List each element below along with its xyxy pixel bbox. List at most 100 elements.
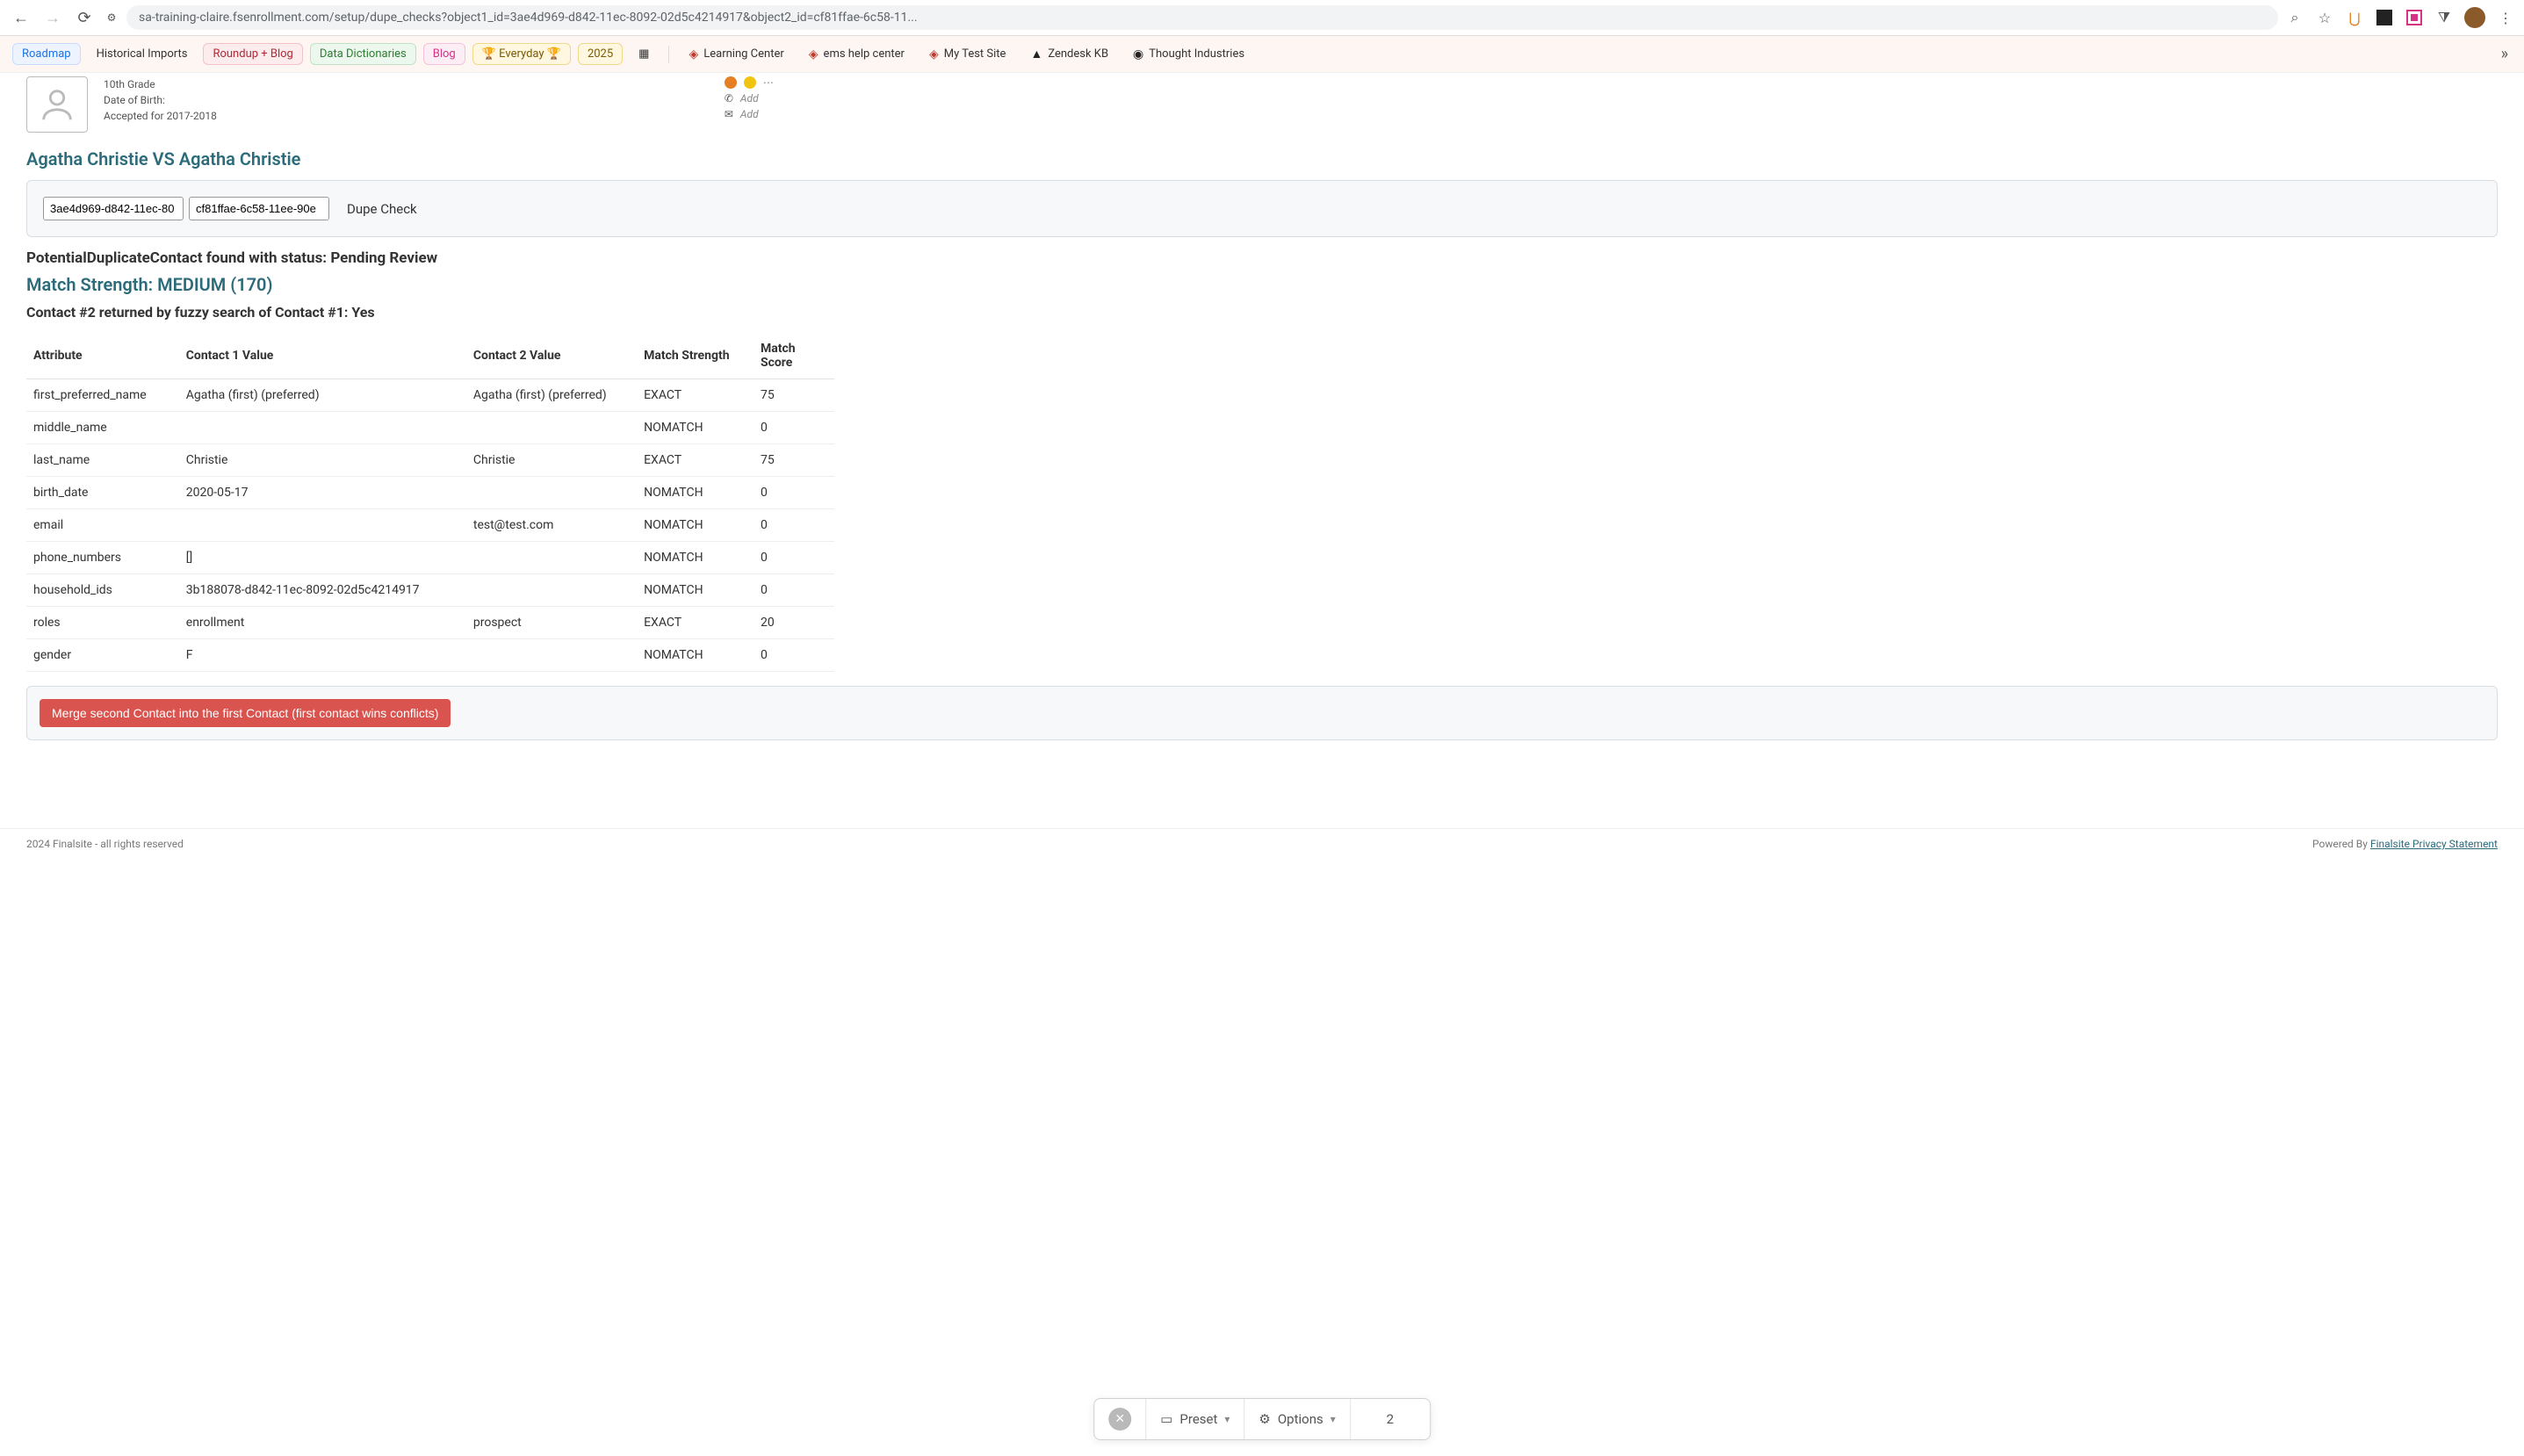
table-row: genderFNOMATCH0 <box>26 639 834 672</box>
cell-c1: Christie <box>179 444 466 477</box>
fuzzy-search-line: Contact #2 returned by fuzzy search of C… <box>26 304 2498 321</box>
student-dob-label: Date of Birth: <box>104 92 217 108</box>
bookmarks-overflow-icon[interactable]: » <box>2498 45 2512 63</box>
bookmark-thought-industries[interactable]: ◉Thought Industries <box>1124 44 1253 65</box>
extension-pink-icon[interactable] <box>2405 8 2424 27</box>
add-email-label: Add <box>740 108 759 120</box>
match-strength-line: Match Strength: MEDIUM (170) <box>26 274 2498 295</box>
th-contact2: Contact 2 Value <box>466 333 637 379</box>
cell-c2 <box>466 639 637 672</box>
table-row: first_preferred_nameAgatha (first) (pref… <box>26 379 834 412</box>
bookmark-2025[interactable]: 2025 <box>578 43 623 65</box>
cell-attr: first_preferred_name <box>26 379 179 412</box>
bookmark-roundup-blog[interactable]: Roundup + Blog <box>203 43 302 65</box>
bookmarks-bar: Roadmap Historical Imports Roundup + Blo… <box>0 36 2524 73</box>
bookmark-learning-center[interactable]: ◈Learning Center <box>680 44 792 65</box>
cell-attr: phone_numbers <box>26 542 179 574</box>
diamond-icon: ◈ <box>809 47 818 61</box>
cell-ms: EXACT <box>637 379 754 412</box>
profile-avatar[interactable] <box>2464 7 2485 28</box>
dupe-check-label[interactable]: Dupe Check <box>347 201 417 217</box>
table-row: last_nameChristieChristieEXACT75 <box>26 444 834 477</box>
bookmark-everyday[interactable]: 🏆 Everyday 🏆 <box>472 43 571 65</box>
student-avatar-placeholder <box>26 76 88 133</box>
object1-id-input[interactable] <box>43 197 184 220</box>
table-row: phone_numbers[]NOMATCH0 <box>26 542 834 574</box>
bookmark-grid-icon[interactable]: ▦ <box>630 44 658 64</box>
merge-button[interactable]: Merge second Contact into the first Cont… <box>40 699 451 727</box>
cell-attr: middle_name <box>26 412 179 444</box>
site-info-icon[interactable]: ⚙ <box>104 10 119 25</box>
cell-attr: last_name <box>26 444 179 477</box>
cell-ms: EXACT <box>637 444 754 477</box>
privacy-link[interactable]: Finalsite Privacy Statement <box>2370 838 2498 850</box>
cell-c1 <box>179 509 466 542</box>
th-attribute: Attribute <box>26 333 179 379</box>
th-contact1: Contact 1 Value <box>179 333 466 379</box>
back-button[interactable]: ← <box>9 5 33 30</box>
close-icon: ✕ <box>1108 1408 1131 1431</box>
preset-icon: ▭ <box>1160 1411 1172 1427</box>
cell-c2 <box>466 412 637 444</box>
cell-c1: [] <box>179 542 466 574</box>
floatbar-page-number[interactable]: 2 <box>1351 1399 1430 1439</box>
cell-c2: Agatha (first) (preferred) <box>466 379 637 412</box>
floatbar-options[interactable]: ⚙ Options ▾ <box>1244 1399 1350 1439</box>
floatbar-preset[interactable]: ▭ Preset ▾ <box>1146 1399 1244 1439</box>
cell-sc: 75 <box>754 379 834 412</box>
cell-ms: NOMATCH <box>637 574 754 607</box>
cell-c1: F <box>179 639 466 672</box>
cell-sc: 0 <box>754 509 834 542</box>
forward-button[interactable]: → <box>40 5 65 30</box>
cell-sc: 75 <box>754 444 834 477</box>
bookmark-test-site[interactable]: ◈My Test Site <box>920 44 1015 65</box>
table-row: middle_nameNOMATCH0 <box>26 412 834 444</box>
bookmark-historical-imports[interactable]: Historical Imports <box>88 44 197 64</box>
th-match-strength: Match Strength <box>637 333 754 379</box>
bookmark-data-dictionaries[interactable]: Data Dictionaries <box>310 43 416 65</box>
bookmark-roadmap[interactable]: Roadmap <box>12 43 81 65</box>
floatbar-close[interactable]: ✕ <box>1094 1399 1146 1439</box>
dupe-check-panel: Dupe Check <box>26 180 2498 237</box>
merge-panel: Merge second Contact into the first Cont… <box>26 686 2498 740</box>
table-header-row: Attribute Contact 1 Value Contact 2 Valu… <box>26 333 834 379</box>
reload-button[interactable]: ⟳ <box>72 5 97 30</box>
cell-ms: NOMATCH <box>637 412 754 444</box>
zoom-icon[interactable]: ⌕ <box>2285 8 2304 27</box>
page-footer: 2024 Finalsite - all rights reserved Pow… <box>0 828 2524 855</box>
cell-c2 <box>466 574 637 607</box>
add-phone-row[interactable]: ✆ Add <box>725 92 774 105</box>
table-row: rolesenrollmentprospectEXACT20 <box>26 607 834 639</box>
bookmark-separator <box>668 46 669 63</box>
person-icon <box>37 84 77 125</box>
browser-toolbar: ← → ⟳ ⚙ sa-training-claire.fsenrollment.… <box>0 0 2524 36</box>
envelope-icon: ✉ <box>725 108 733 120</box>
preset-label: Preset <box>1179 1411 1217 1427</box>
cell-ms: NOMATCH <box>637 509 754 542</box>
cell-c1: 2020-05-17 <box>179 477 466 509</box>
cell-attr: email <box>26 509 179 542</box>
cell-sc: 0 <box>754 477 834 509</box>
diamond-icon: ◈ <box>689 47 698 61</box>
cell-c2: test@test.com <box>466 509 637 542</box>
bookmark-blog[interactable]: Blog <box>423 43 465 65</box>
address-bar[interactable]: sa-training-claire.fsenrollment.com/setu… <box>126 5 2278 30</box>
badge-orange-icon <box>725 76 737 89</box>
cell-c2: prospect <box>466 607 637 639</box>
more-dots-icon[interactable]: ⋯ <box>763 76 774 89</box>
bookmark-zendesk[interactable]: ▲Zendesk KB <box>1021 43 1117 65</box>
cell-sc: 0 <box>754 542 834 574</box>
bookmark-ems-help[interactable]: ◈ems help center <box>800 44 913 65</box>
cell-c1: Agatha (first) (preferred) <box>179 379 466 412</box>
object2-id-input[interactable] <box>189 197 329 220</box>
cell-sc: 0 <box>754 639 834 672</box>
badge-gold-icon <box>744 76 756 89</box>
bookmark-star-icon[interactable]: ☆ <box>2315 8 2334 27</box>
extensions-puzzle-icon[interactable]: ⧩ <box>2434 8 2454 27</box>
student-accepted: Accepted for 2017-2018 <box>104 108 217 124</box>
table-row: email test@test.comNOMATCH0 <box>26 509 834 542</box>
add-email-row[interactable]: ✉ Add <box>725 108 774 120</box>
extension-square-icon[interactable] <box>2375 8 2394 27</box>
extension-hook-icon[interactable]: ⋃ <box>2345 8 2364 27</box>
kebab-menu-icon[interactable]: ⋮ <box>2496 8 2515 27</box>
